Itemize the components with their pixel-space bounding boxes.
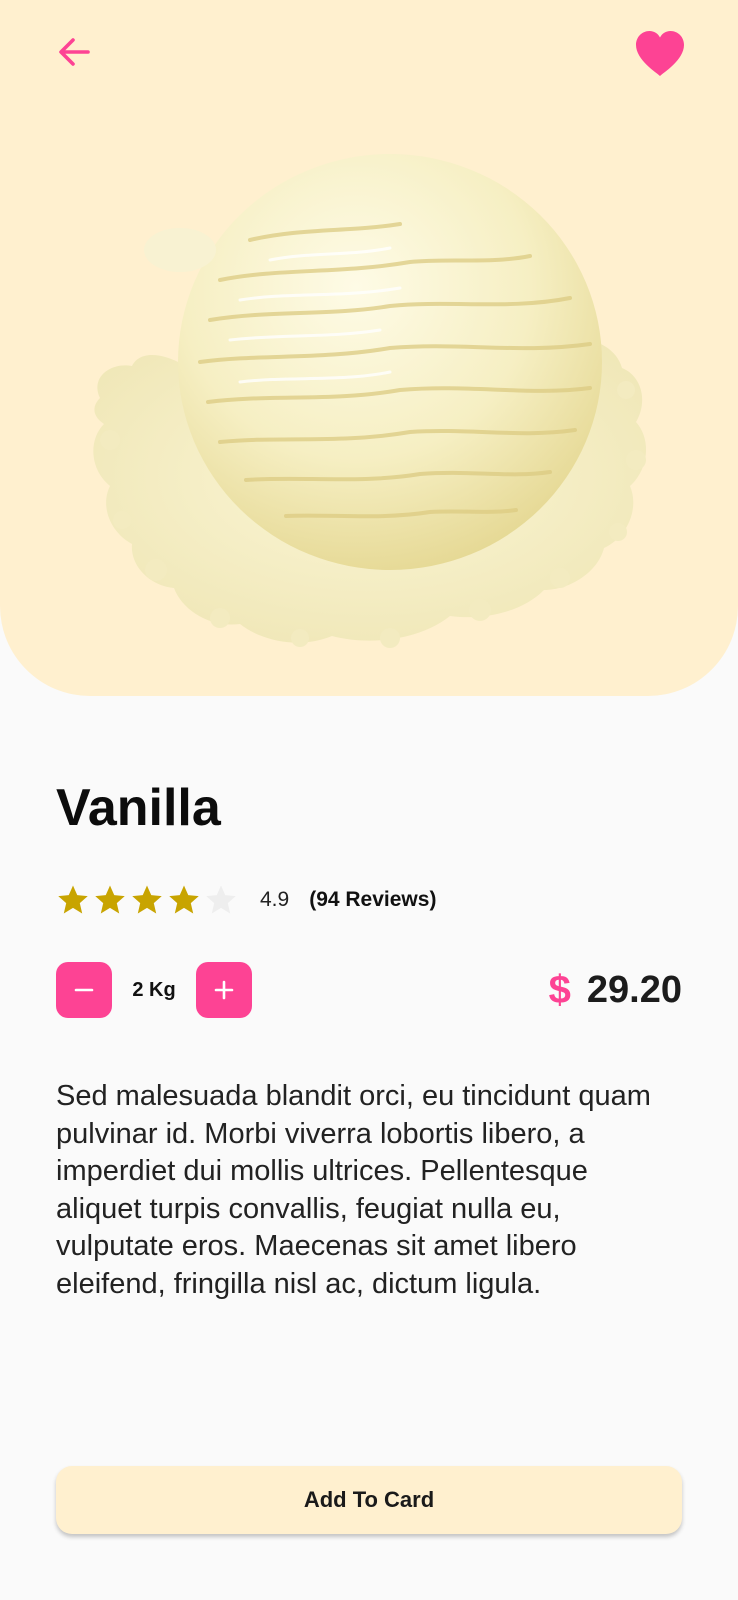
- add-to-cart-button[interactable]: Add To Card: [56, 1466, 682, 1534]
- star-empty-icon: [206, 885, 236, 914]
- increment-button[interactable]: [196, 962, 252, 1018]
- ice-cream-image: [93, 154, 647, 648]
- star-filled-icon: [58, 885, 88, 914]
- favorite-button[interactable]: [632, 26, 688, 82]
- reviews-count[interactable]: (94 Reviews): [309, 888, 436, 912]
- star-filled-icon: [95, 885, 125, 914]
- arrow-left-icon: [59, 38, 90, 66]
- back-button[interactable]: [50, 28, 98, 76]
- quantity-label: 2 Kg: [132, 978, 176, 1001]
- price: $ 29.20: [549, 962, 682, 1018]
- heart-icon: [636, 31, 684, 76]
- product-hero: [0, 0, 738, 696]
- rating-row: 4.9 (94 Reviews): [56, 880, 436, 920]
- rating-stars: [56, 883, 238, 917]
- minus-icon: [74, 988, 94, 992]
- product-title: Vanilla: [56, 779, 221, 837]
- rating-value: 4.9: [260, 888, 290, 911]
- star-filled-icon: [169, 885, 199, 914]
- quantity-stepper: 2 Kg: [56, 962, 252, 1018]
- product-description: Sed malesuada blandit orci, eu tincidunt…: [56, 1080, 651, 1300]
- decrement-button[interactable]: [56, 962, 112, 1018]
- price-amount: 29.20: [586, 968, 682, 1011]
- currency-symbol: $: [548, 967, 571, 1012]
- star-filled-icon: [132, 885, 162, 914]
- plus-icon: [214, 980, 234, 1000]
